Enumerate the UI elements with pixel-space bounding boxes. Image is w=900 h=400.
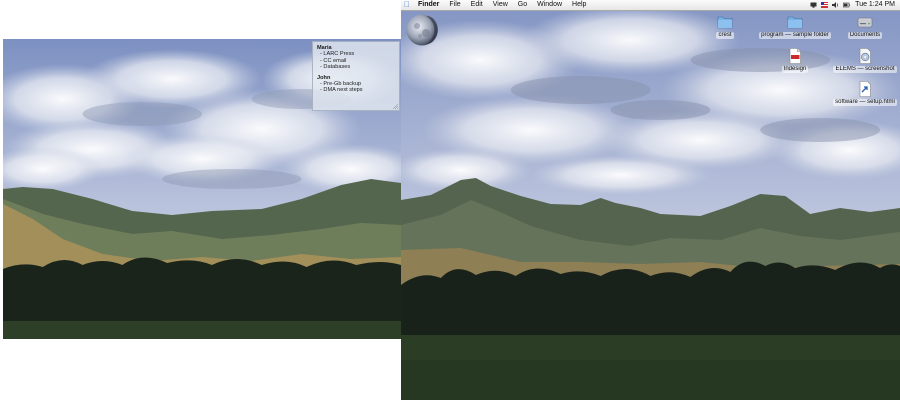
alias-document-icon	[859, 81, 871, 97]
desktop-icon-label: Indesign	[781, 66, 809, 73]
note-item: - DMA next steps	[320, 87, 363, 94]
menu-bar:  Finder File Edit View Go Window Help T…	[401, 0, 900, 11]
desktop-icon-documents[interactable]: Documents	[830, 13, 900, 39]
desktop-icon-crest[interactable]: crest	[690, 13, 760, 39]
desktop-icon-elems-screenshot[interactable]: ELEMS — screenshot	[830, 47, 900, 73]
battery-icon[interactable]	[843, 2, 850, 8]
desktop-icon-label: crest	[716, 32, 734, 39]
desktop-icon-label: software — setup.html	[833, 99, 897, 106]
disk-image-icon	[859, 48, 871, 64]
desktop-icon-label: program — sample folder	[759, 32, 831, 39]
desktop-icon-label: ELEMS — screenshot	[833, 66, 897, 73]
menu-window[interactable]: Window	[532, 0, 567, 10]
folder-icon	[717, 16, 733, 29]
pdf-document-icon	[789, 48, 801, 64]
resize-grip-icon[interactable]	[393, 104, 398, 109]
display-status-icon[interactable]	[810, 2, 817, 8]
menu-view[interactable]: View	[488, 0, 513, 10]
menu-edit[interactable]: Edit	[466, 0, 488, 10]
apple-menu-icon[interactable]: 	[401, 0, 413, 10]
menu-help[interactable]: Help	[567, 0, 591, 10]
hard-drive-icon	[857, 17, 873, 28]
menu-go[interactable]: Go	[513, 0, 532, 10]
menubar-clock[interactable]: Tue 1:24 PM	[852, 0, 900, 10]
menu-file[interactable]: File	[444, 0, 465, 10]
stickies-note[interactable]: Maria - LARC Press - CC email - Database…	[312, 41, 400, 111]
desktop-icon-indesign[interactable]: Indesign	[760, 47, 830, 73]
flag-input-menu-icon[interactable]	[821, 2, 829, 8]
desktop-icon-software-setup[interactable]: software — setup.html	[830, 80, 900, 106]
folder-icon	[787, 16, 803, 29]
desktop-icon-program-sample-folder[interactable]: program — sample folder	[759, 13, 831, 39]
menu-finder[interactable]: Finder	[413, 0, 444, 10]
desktop-icon-label: Documents	[847, 32, 883, 39]
volume-icon[interactable]	[832, 2, 839, 8]
moon-widget-icon[interactable]	[406, 14, 438, 46]
